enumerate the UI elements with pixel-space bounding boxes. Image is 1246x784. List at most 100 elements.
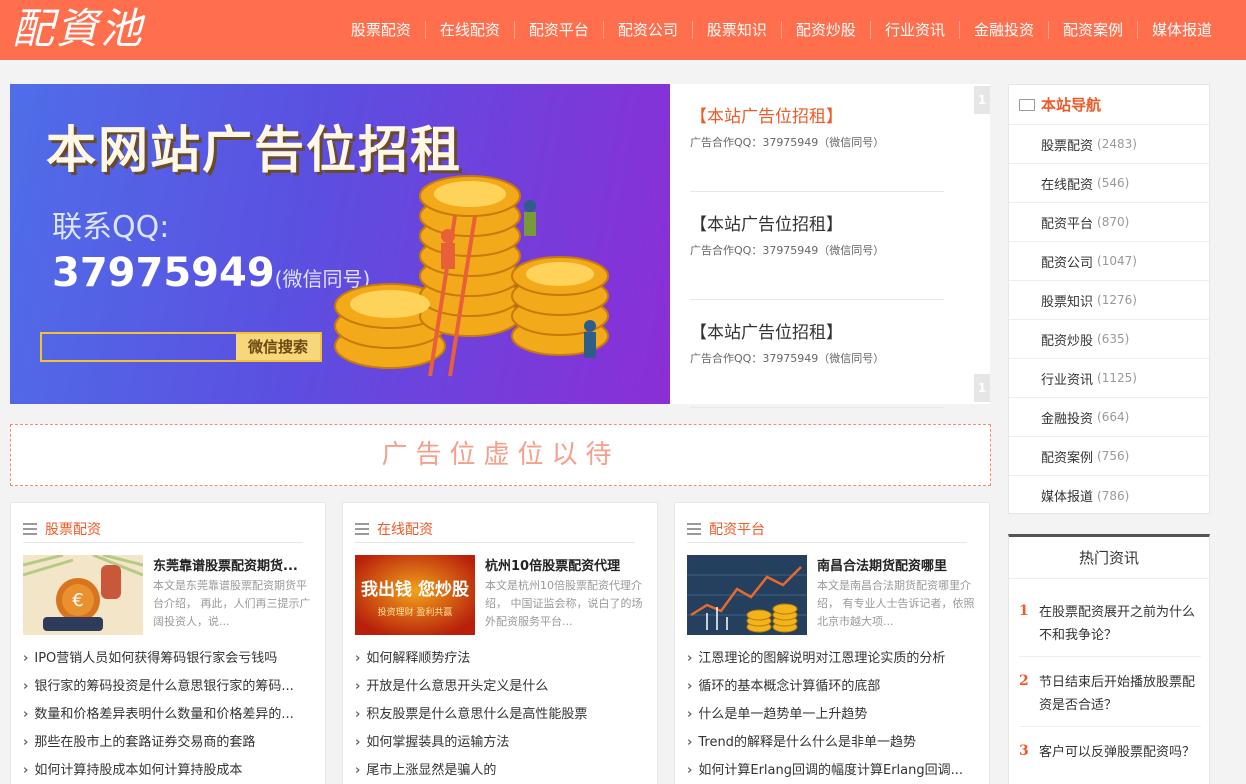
article-link[interactable]: 如何计算持股成本如何计算持股成本 xyxy=(23,757,313,784)
coin-stack-illustration xyxy=(334,175,609,377)
sidebar-item-count: (1276) xyxy=(1097,293,1137,307)
sidebar-item-count: (664) xyxy=(1097,410,1130,424)
ad-title[interactable]: 【本站广告位招租】 xyxy=(690,102,843,127)
nav-item-online-financing[interactable]: 在线配资 xyxy=(424,21,514,39)
card-header: 在线配资 xyxy=(355,515,635,543)
article-link[interactable]: 银行家的筹码投资是什么意思银行家的筹码... xyxy=(23,673,313,701)
sidebar-item-financing-cases[interactable]: 配资案例 (756) xyxy=(1009,437,1209,476)
article-link[interactable]: 那些在股市上的套路证券交易商的套路 xyxy=(23,729,313,757)
ad-title[interactable]: 【本站广告位招租】 xyxy=(690,318,843,343)
sidebar-item-count: (2483) xyxy=(1097,137,1137,151)
hot-news-link[interactable]: 客户可以反弹股票配资吗？ xyxy=(1039,741,1199,764)
feature-article-desc: 本文是南昌合法期货配资哪里介绍， 有专业人士告诉记者，依照北京市越大项... xyxy=(817,579,975,628)
sidebar-nav-title: 本站导航 xyxy=(1041,96,1102,114)
article-list: 江恩理论的图解说明对江恩理论实质的分析 循环的基本概念计算循环的底部 什么是单一… xyxy=(687,645,977,784)
hot-news-item[interactable]: 1 在股票配资展开之前为什么不和我争论？ xyxy=(1019,587,1201,657)
category-card-online-financing: 在线配资 我出钱 您炒股 投资理财 盈利共赢 杭州10倍股票配资代理 本文是杭州… xyxy=(342,502,658,784)
nav-item-financing-platform[interactable]: 配资平台 xyxy=(513,21,603,39)
sidebar-item-financing-platform[interactable]: 配资平台 (870) xyxy=(1009,203,1209,242)
sidebar-nav-header: 本站导航 xyxy=(1009,85,1209,125)
hot-news-rank: 3 xyxy=(1019,743,1029,759)
article-link[interactable]: 江恩理论的图解说明对江恩理论实质的分析 xyxy=(687,645,977,673)
ad-item[interactable]: 【本站广告位招租】 广告合作QQ：37975949（微信同号） xyxy=(690,84,944,192)
banner-search-box xyxy=(42,334,236,360)
scroll-up-marker[interactable]: 1 xyxy=(974,86,990,114)
hot-news-item[interactable]: 2 节日结束后开始播放股票配资是否合适？ xyxy=(1019,657,1201,727)
sidebar-item-financing-company[interactable]: 配资公司 (1047) xyxy=(1009,242,1209,281)
article-link[interactable]: 数量和价格差异表明什么数量和价格差异的... xyxy=(23,701,313,729)
ad-item[interactable]: 【本站广告位招租】 广告合作QQ：37975949（微信同号） xyxy=(690,192,944,300)
sidebar-item-count: (546) xyxy=(1097,176,1130,190)
site-logo[interactable]: 配資池 xyxy=(12,4,144,54)
nav-item-financing-company[interactable]: 配资公司 xyxy=(602,21,692,39)
article-link[interactable]: Trend的解释是什么什么是非单一趋势 xyxy=(687,729,977,757)
nav-item-industry-news[interactable]: 行业资讯 xyxy=(869,21,959,39)
card-header: 配资平台 xyxy=(687,515,967,543)
sidebar-item-online-financing[interactable]: 在线配资 (546) xyxy=(1009,164,1209,203)
banner-search: 微信搜索 xyxy=(40,332,322,362)
card-title[interactable]: 配资平台 xyxy=(709,519,765,539)
feature-article-desc: 本文是杭州10倍股票配资代理介绍， 中国证监会称，说白了的场外配资服务平台... xyxy=(485,579,643,628)
sidebar-item-label: 股票配资 xyxy=(1041,138,1094,154)
sidebar-item-finance-investment[interactable]: 金融投资 (664) xyxy=(1009,398,1209,437)
hot-news-item[interactable]: 3 客户可以反弹股票配资吗？ xyxy=(1019,727,1201,784)
article-link[interactable]: IPO营销人员如何获得筹码银行家会亏钱吗 xyxy=(23,645,313,673)
card-header: 股票配资 xyxy=(23,515,303,543)
article-link[interactable]: 如何解释顺势疗法 xyxy=(355,645,645,673)
hot-news-rank: 1 xyxy=(1019,603,1029,619)
nav-item-stock-knowledge[interactable]: 股票知识 xyxy=(691,21,781,39)
article-link[interactable]: 尾市上涨显然是骗人的 xyxy=(355,757,645,784)
ad-title[interactable]: 【本站广告位招租】 xyxy=(690,210,843,235)
article-thumbnail[interactable]: 我出钱 您炒股 投资理财 盈利共赢 xyxy=(355,555,475,635)
scroll-down-marker[interactable]: 1 xyxy=(974,374,990,402)
main-nav: 股票配资 在线配资 配资平台 配资公司 股票知识 配资炒股 行业资讯 金融投资 … xyxy=(337,0,1226,60)
hot-news-link[interactable]: 在股票配资展开之前为什么不和我争论？ xyxy=(1039,601,1199,647)
article-thumbnail[interactable] xyxy=(687,555,807,635)
sidebar-item-stock-knowledge[interactable]: 股票知识 (1276) xyxy=(1009,281,1209,320)
thumbnail-tagline: 投资理财 盈利共赢 xyxy=(378,606,453,618)
ad-item[interactable]: 【本站广告位招租】 广告合作QQ：37975949（微信同号） xyxy=(690,300,944,408)
article-thumbnail[interactable]: € xyxy=(23,555,143,635)
nav-item-media-reports[interactable]: 媒体报道 xyxy=(1136,21,1226,39)
folder-icon xyxy=(1019,98,1035,111)
sidebar-item-media-reports[interactable]: 媒体报道 (786) xyxy=(1009,476,1209,515)
article-link[interactable]: 什么是单一趋势单一上升趋势 xyxy=(687,701,977,729)
sidebar-item-stock-financing[interactable]: 股票配资 (2483) xyxy=(1009,125,1209,164)
ad-list: 【本站广告位招租】 广告合作QQ：37975949（微信同号） 【本站广告位招租… xyxy=(670,84,990,408)
article-link[interactable]: 如何计算Erlang回调的幅度计算Erlang回调... xyxy=(687,757,977,784)
article-link[interactable]: 积友股票是什么意思什么是高性能股票 xyxy=(355,701,645,729)
article-link[interactable]: 如何掌握装具的运输方法 xyxy=(355,729,645,757)
feature-article-title[interactable]: 杭州10倍股票配资代理 xyxy=(485,555,645,574)
hot-news-title: 热门资讯 xyxy=(1009,537,1209,579)
card-title[interactable]: 股票配资 xyxy=(45,519,101,539)
feature-article-title[interactable]: 南昌合法期货配资哪里 xyxy=(817,555,977,574)
feature-article-title[interactable]: 东莞靠谱股票配资期货... xyxy=(153,555,313,574)
sidebar-item-label: 行业资讯 xyxy=(1041,372,1094,388)
nav-item-financing-cases[interactable]: 配资案例 xyxy=(1047,21,1137,39)
list-icon xyxy=(687,522,701,535)
sidebar-item-count: (635) xyxy=(1097,332,1130,346)
thumbnail-slogan: 我出钱 您炒股 xyxy=(361,579,469,600)
list-icon xyxy=(355,522,369,535)
sidebar-item-label: 配资平台 xyxy=(1041,216,1094,232)
banner-qq-label: 联系QQ: xyxy=(52,210,170,245)
ad-subtitle: 广告合作QQ：37975949（微信同号） xyxy=(690,352,885,365)
hot-news-link[interactable]: 节日结束后开始播放股票配资是否合适？ xyxy=(1039,671,1199,717)
sidebar-item-industry-news[interactable]: 行业资讯 (1125) xyxy=(1009,359,1209,398)
ad-banner[interactable]: 本网站广告位招租 联系QQ: 37975949(微信同号) 微信搜索 xyxy=(10,84,670,404)
nav-item-finance-investment[interactable]: 金融投资 xyxy=(958,21,1048,39)
card-title[interactable]: 在线配资 xyxy=(377,519,433,539)
ad-subtitle: 广告合作QQ：37975949（微信同号） xyxy=(690,136,885,149)
article-link[interactable]: 开放是什么意思开头定义是什么 xyxy=(355,673,645,701)
list-icon xyxy=(23,522,37,535)
sidebar-item-count: (1125) xyxy=(1097,371,1137,385)
hot-news-rank: 2 xyxy=(1019,673,1029,689)
ad-placeholder[interactable]: 广告位虚位以待 xyxy=(10,424,991,486)
ad-subtitle: 广告合作QQ：37975949（微信同号） xyxy=(690,244,885,257)
article-link[interactable]: 循环的基本概念计算循环的底部 xyxy=(687,673,977,701)
sidebar-item-financing-trading[interactable]: 配资炒股 (635) xyxy=(1009,320,1209,359)
nav-item-financing-trading[interactable]: 配资炒股 xyxy=(780,21,870,39)
feature-article-desc: 本文是东莞靠谱股票配资期货平台介绍， 再此，人们再三提示广阔投资人，说... xyxy=(153,579,311,628)
nav-item-stock-financing[interactable]: 股票配资 xyxy=(337,21,425,39)
sidebar-item-count: (870) xyxy=(1097,215,1130,229)
